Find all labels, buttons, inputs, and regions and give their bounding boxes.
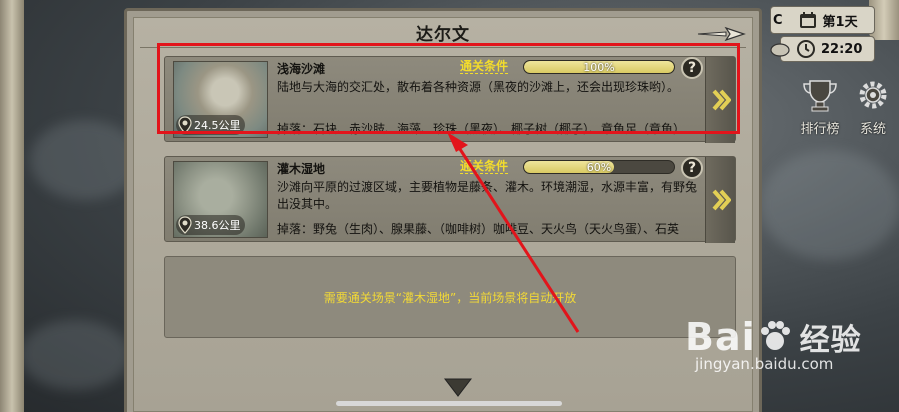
watermark-logo-text: Bai — [685, 315, 756, 359]
baidu-watermark: Bai 经验 jingyan.baidu.com — [685, 315, 885, 373]
background-cloud — [20, 320, 130, 390]
clock-icon — [795, 38, 817, 60]
spear-icon[interactable] — [696, 26, 746, 42]
region-title: 达尔文 — [416, 25, 470, 45]
scene-drops: 掉落：野兔（生肉）、腺果藤、（咖啡树）咖啡豆、天火鸟（天火鸟蛋）、石英 — [277, 222, 680, 236]
trophy-icon — [803, 80, 837, 112]
locked-scene-card: 需要通关场景“灌木湿地”，当前场景将自动开放 — [164, 256, 736, 338]
watermark-logo: Bai 经验 — [685, 315, 885, 359]
leaderboard-label: 排行榜 — [800, 122, 840, 137]
weather-cloud-icon — [769, 38, 791, 60]
enter-scene-button[interactable] — [705, 57, 735, 143]
scene-description: 沙滩向平原的过渡区域，主要植物是藤条、灌木。环境潮湿，水源丰富，有野兔出没其中。 — [277, 180, 698, 211]
clock-display: 22:20 — [770, 36, 875, 62]
scene-card[interactable]: 24.5公里 浅海沙滩 通关条件 100% ? 陆地与大海的交汇处，散布着各种资… — [164, 56, 736, 143]
distance-badge: 24.5公里 — [176, 115, 245, 135]
region-panel-inner: 达尔文 24.5公里 浅海沙滩 通关条件 100% ? 陆地与大海的交汇处，散布… — [133, 17, 753, 412]
scene-name: 灌木湿地 — [277, 162, 326, 176]
distance-value: 38.6公里 — [194, 219, 241, 232]
scroll-down-arrow-icon[interactable] — [443, 376, 473, 398]
location-pin-icon — [178, 116, 192, 134]
progress-label: 60% — [586, 161, 612, 174]
scene-thumbnail: 38.6公里 — [173, 161, 268, 238]
scroll-edge-left — [0, 0, 24, 412]
day-label: 第1天 — [822, 14, 858, 30]
watermark-suffix: 经验 — [799, 323, 862, 358]
scene-description: 陆地与大海的交汇处，散布着各种资源（黑夜的沙滩上，还会出现珍珠哟）。 — [277, 80, 680, 94]
progress-label: 100% — [583, 61, 615, 74]
scene-drops: 掉落：石块、赤沙肢、海藻、珍珠（黑夜）、椰子树（椰子）、章鱼足（章鱼） — [277, 122, 686, 136]
scene-name: 浅海沙滩 — [277, 62, 326, 76]
help-button[interactable]: ? — [681, 57, 703, 79]
gear-icon — [859, 81, 887, 109]
progress-bar: 100% — [523, 60, 675, 74]
region-panel: 达尔文 24.5公里 浅海沙滩 通关条件 100% ? 陆地与大海的交汇处，散布… — [124, 8, 762, 412]
clear-condition-link[interactable]: 通关条件 — [460, 159, 509, 174]
settings-label: 系统 — [859, 122, 886, 137]
settings-button[interactable]: 系统 — [848, 78, 898, 137]
background-cloud — [760, 150, 899, 260]
leaderboard-button[interactable]: 排行榜 — [795, 78, 845, 137]
progress-bar: 60% — [523, 160, 675, 174]
double-chevron-right-icon — [712, 189, 731, 211]
distance-value: 24.5公里 — [194, 119, 241, 132]
clipped-letter: C — [773, 12, 783, 28]
scene-card[interactable]: 38.6公里 灌木湿地 通关条件 60% ? 沙滩向平原的过渡区域，主要植物是藤… — [164, 156, 736, 243]
scene-thumbnail: 24.5公里 — [173, 61, 268, 138]
calendar-icon — [797, 9, 819, 31]
day-counter: C 第1天 — [770, 6, 875, 34]
home-indicator — [336, 401, 562, 406]
title-divider — [140, 47, 746, 48]
help-button[interactable]: ? — [681, 157, 703, 179]
time-label: 22:20 — [821, 41, 863, 57]
distance-badge: 38.6公里 — [176, 215, 245, 235]
location-pin-icon — [178, 216, 192, 234]
double-chevron-right-icon — [712, 89, 731, 111]
locked-message: 需要通关场景“灌木湿地”，当前场景将自动开放 — [323, 290, 577, 305]
clear-condition-link[interactable]: 通关条件 — [460, 59, 509, 74]
paw-icon — [760, 321, 790, 350]
enter-scene-button[interactable] — [705, 157, 735, 243]
